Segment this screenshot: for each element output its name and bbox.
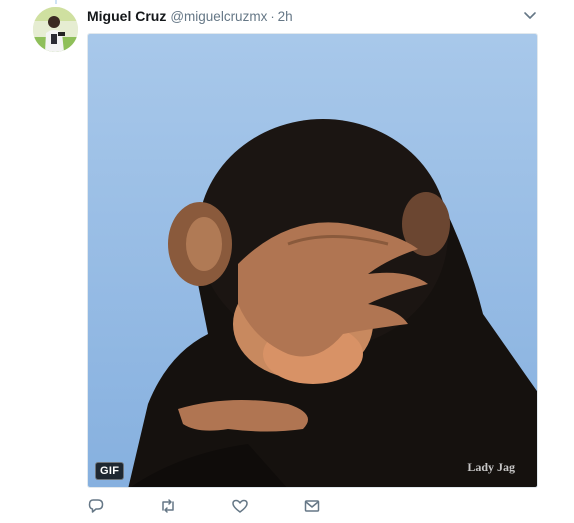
separator: · bbox=[270, 8, 275, 24]
author-handle[interactable]: @miguelcruzmx bbox=[170, 9, 267, 24]
gif-media[interactable]: GIF Lady Jag bbox=[87, 33, 538, 488]
watermark: Lady Jag bbox=[467, 460, 515, 474]
avatar[interactable] bbox=[33, 7, 78, 52]
reply-icon[interactable] bbox=[87, 497, 105, 515]
envelope-icon[interactable] bbox=[303, 497, 321, 515]
avatar-image bbox=[33, 7, 78, 52]
chevron-down-icon[interactable] bbox=[522, 9, 538, 23]
tweet-header: Miguel Cruz @miguelcruzmx · 2h bbox=[87, 7, 293, 25]
timestamp[interactable]: 2h bbox=[278, 9, 293, 24]
retweet-icon[interactable] bbox=[159, 497, 177, 515]
gif-badge: GIF bbox=[95, 462, 125, 480]
thread-connector bbox=[55, 0, 57, 4]
author-name[interactable]: Miguel Cruz bbox=[87, 8, 166, 24]
chimp-facepalm-image bbox=[88, 34, 537, 487]
heart-icon[interactable] bbox=[231, 497, 249, 515]
